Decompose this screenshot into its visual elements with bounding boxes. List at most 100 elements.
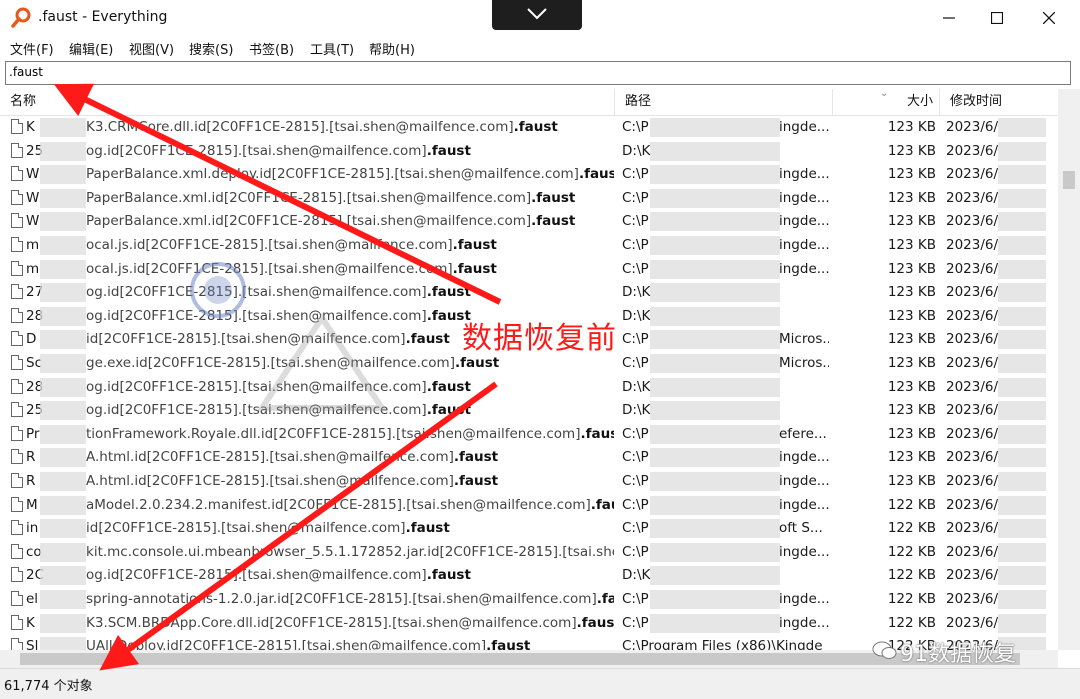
- redaction-blur: [998, 283, 1046, 303]
- file-name-text: A.html.id[2C0FF1CE-2815].[tsai.shen@mail…: [86, 473, 454, 489]
- table-row[interactable]: 28 og.id[2C0FF1CE-2815].[tsai.shen@mailfe…: [0, 376, 1058, 399]
- redaction-blur: [40, 519, 86, 539]
- menu-bar: 文件(F) 编辑(E) 视图(V) 搜索(S) 书签(B) 工具(T) 帮助(H…: [0, 36, 1080, 60]
- table-row[interactable]: in id[2C0FF1CE-2815].[tsai.shen@mailfence…: [0, 517, 1058, 540]
- menu-search[interactable]: 搜索(S): [189, 39, 233, 58]
- file-extension: .faust: [426, 567, 471, 584]
- annotation-label: 数据恢复前: [462, 321, 617, 356]
- file-modified: 2023/6/: [946, 142, 999, 159]
- file-icon: [11, 307, 23, 323]
- file-icon: [11, 543, 23, 559]
- collapse-tab[interactable]: [492, 0, 582, 30]
- redaction-blur: [998, 188, 1046, 208]
- close-button[interactable]: [1026, 2, 1072, 34]
- menu-view[interactable]: 视图(V): [129, 39, 174, 58]
- column-name[interactable]: 名称: [0, 89, 615, 115]
- file-path-end: ingde...: [779, 473, 829, 489]
- minimize-button[interactable]: [926, 2, 972, 34]
- table-row[interactable]: m ocal.js.id[2C0FF1CE-2815].[tsai.shen@ma…: [0, 234, 1058, 257]
- redaction-blur: [40, 141, 86, 161]
- table-row[interactable]: m ocal.js.id[2C0FF1CE-2815].[tsai.shen@ma…: [0, 258, 1058, 281]
- table-row[interactable]: 25 og.id[2C0FF1CE-2815].[tsai.shen@mailfe…: [0, 140, 1058, 163]
- redaction-blur: [998, 542, 1046, 562]
- file-modified: 2023/6/: [946, 567, 999, 584]
- file-path-prefix: C:\P: [622, 119, 649, 135]
- redaction-blur: [998, 259, 1046, 279]
- file-name: PaperBalance.xml.id[2C0FF1CE-2815].[tsai…: [86, 190, 614, 206]
- file-name: id[2C0FF1CE-2815].[tsai.shen@mailfence.c…: [86, 520, 614, 536]
- horizontal-scroll-thumb[interactable]: [20, 653, 1020, 665]
- column-path[interactable]: 路径: [615, 89, 833, 115]
- search-input[interactable]: [6, 62, 1049, 82]
- table-row[interactable]: K K3.SCM.BRDApp.Core.dll.id[2C0FF1CE-2815…: [0, 612, 1058, 635]
- redaction-blur: [650, 165, 780, 185]
- file-name: UAll.Deploy.id[2C0FF1CE-2815].[tsai.shen…: [86, 638, 614, 650]
- file-modified: 2023/6/: [946, 284, 999, 301]
- file-name-text: kit.mc.console.ui.mbeanbrowser_5.5.1.172…: [86, 543, 614, 560]
- file-size: 123 KB: [887, 189, 936, 206]
- table-row[interactable]: W PaperBalance.xml.id[2C0FF1CE-2815].[tsa…: [0, 210, 1058, 233]
- file-modified: 2023/6/: [946, 307, 999, 324]
- file-name-text: aModel.2.0.234.2.manifest.id[2C0FF1CE-28…: [86, 496, 591, 513]
- column-modified[interactable]: 修改时间: [940, 89, 1058, 115]
- title-bar[interactable]: .faust - Everything: [0, 0, 1080, 36]
- table-row[interactable]: Pr tionFramework.Royale.dll.id[2C0FF1CE-2…: [0, 423, 1058, 446]
- file-icon: [11, 638, 23, 650]
- file-modified: 2023/6/: [946, 543, 999, 560]
- search-box[interactable]: [5, 61, 1071, 85]
- file-name-text: PaperBalance.xml.id[2C0FF1CE-2815].[tsai…: [86, 189, 532, 206]
- redaction-blur: [650, 259, 780, 279]
- table-row[interactable]: R A.html.id[2C0FF1CE-2815].[tsai.shen@mai…: [0, 446, 1058, 469]
- redaction-blur: [650, 330, 780, 350]
- close-icon: [1043, 12, 1055, 24]
- file-path-end: ingde...: [779, 213, 829, 230]
- redaction-blur: [40, 283, 86, 303]
- file-extension: .faust: [405, 520, 450, 537]
- menu-file[interactable]: 文件(F): [10, 39, 54, 58]
- watermark-text: 91数据恢复: [900, 642, 1016, 667]
- vertical-scroll-thumb[interactable]: [1063, 171, 1075, 189]
- file-modified: 2023/6/: [946, 614, 999, 631]
- table-row[interactable]: MaModel.2.0.234.2.manifest.id[2C0FF1CE-2…: [0, 494, 1058, 517]
- table-row[interactable]: el spring-annotations-1.2.0.jar.id[2C0FF1…: [0, 588, 1058, 611]
- table-row[interactable]: W PaperBalance.xml.id[2C0FF1CE-2815].[tsa…: [0, 187, 1058, 210]
- file-size: 123 KB: [887, 142, 936, 159]
- table-row[interactable]: K K3.CRMCore.dll.id[2C0FF1CE-2815].[tsai.…: [0, 116, 1058, 139]
- vertical-scrollbar[interactable]: [1058, 89, 1080, 650]
- redaction-blur: [40, 472, 86, 491]
- redaction-blur: [40, 401, 86, 421]
- file-name: PaperBalance.xml.id[2C0FF1CE-2815].[tsai…: [86, 213, 614, 229]
- table-row[interactable]: W PaperBalance.xml.deploy.id[2C0FF1CE-281…: [0, 163, 1058, 186]
- redaction-blur: [650, 519, 780, 539]
- file-path-end: ingde...: [779, 543, 829, 560]
- redaction-blur: [650, 424, 780, 444]
- menu-edit[interactable]: 编辑(E): [69, 39, 113, 58]
- file-modified: 2023/6/: [946, 119, 999, 135]
- file-name: og.id[2C0FF1CE-2815].[tsai.shen@mailfenc…: [86, 143, 614, 159]
- file-name-text: K3.SCM.BRDApp.Core.dll.id[2C0FF1CE-2815]…: [86, 614, 577, 631]
- file-icon: [11, 119, 23, 134]
- file-extension: .faust: [578, 166, 614, 183]
- redaction-blur: [650, 448, 780, 468]
- file-icon: [11, 260, 23, 276]
- menu-bookmarks[interactable]: 书签(B): [249, 39, 294, 58]
- file-modified: 2023/6/: [946, 213, 999, 230]
- file-icon: [11, 378, 23, 394]
- menu-tools[interactable]: 工具(T): [310, 39, 354, 58]
- redaction-blur: [40, 306, 86, 326]
- file-name-text: id[2C0FF1CE-2815].[tsai.shen@mailfence.c…: [86, 520, 406, 537]
- file-name-text: ge.exe.id[2C0FF1CE-2815].[tsai.shen@mail…: [86, 355, 455, 371]
- maximize-button[interactable]: [974, 2, 1020, 34]
- redaction-blur: [40, 637, 86, 650]
- menu-help[interactable]: 帮助(H): [369, 39, 415, 58]
- table-row[interactable]: R A.html.id[2C0FF1CE-2815].[tsai.shen@mai…: [0, 470, 1058, 493]
- file-icon: [11, 237, 23, 252]
- table-row[interactable]: 27 og.id[2C0FF1CE-2815].[tsai.shen@mailfe…: [0, 281, 1058, 304]
- table-row[interactable]: 25 og.id[2C0FF1CE-2815].[tsai.shen@mailfe…: [0, 399, 1058, 422]
- results-list[interactable]: K K3.CRMCore.dll.id[2C0FF1CE-2815].[tsai.…: [0, 116, 1058, 650]
- table-row[interactable]: co kit.mc.console.ui.mbeanbrowser_5.5.1.1…: [0, 541, 1058, 564]
- file-icon: [11, 496, 23, 512]
- file-path-prefix: C:\P: [622, 331, 649, 348]
- table-row[interactable]: 2C og.id[2C0FF1CE-2815].[tsai.shen@mailfe…: [0, 564, 1058, 587]
- file-icon: [11, 213, 23, 229]
